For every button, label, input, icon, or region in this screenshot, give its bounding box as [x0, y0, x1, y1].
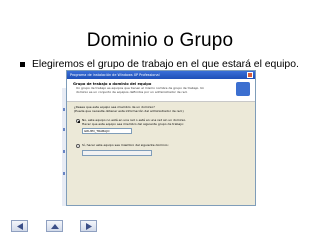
domain-field [82, 150, 152, 156]
windows-logo-icon [236, 82, 250, 96]
wizard-header: Grupo de trabajo o dominio del equipo Un… [67, 79, 255, 102]
window-title: Programa de instalación de Windows XP Pr… [70, 73, 160, 77]
close-icon [247, 72, 253, 78]
slide: Dominio o Grupo Elegiremos el grupo de t… [0, 0, 320, 240]
option-yes-label: Sí, hacer este equipo sea miembro del si… [82, 143, 169, 147]
option-no-radio [76, 119, 80, 123]
wizard-screenshot: Programa de instalación de Windows XP Pr… [66, 70, 256, 206]
next-slide-button[interactable] [80, 220, 97, 232]
arrow-right-icon [86, 223, 92, 230]
wizard-panel: ¿Desea que este equipo sea miembro de un… [67, 102, 255, 205]
wizard-header-description: Un grupo de trabajo es equipos que tiene… [76, 86, 205, 94]
domain-question-hint: (Puede que necesite obtener esta informa… [74, 109, 184, 113]
arrow-left-icon [17, 223, 23, 230]
option-yes-radio [76, 144, 80, 148]
option-no-hint: Hacer que este equipo sea miembro del si… [82, 122, 184, 126]
arrow-up-icon [51, 224, 59, 229]
slide-title: Dominio o Grupo [86, 30, 234, 51]
previous-slide-button[interactable] [11, 220, 28, 232]
window-title-bar: Programa de instalación de Windows XP Pr… [67, 71, 255, 79]
workgroup-field: GRUPO_TRABAJO [82, 128, 132, 134]
home-slide-button[interactable] [46, 220, 63, 232]
bullet-square-icon [20, 62, 25, 67]
